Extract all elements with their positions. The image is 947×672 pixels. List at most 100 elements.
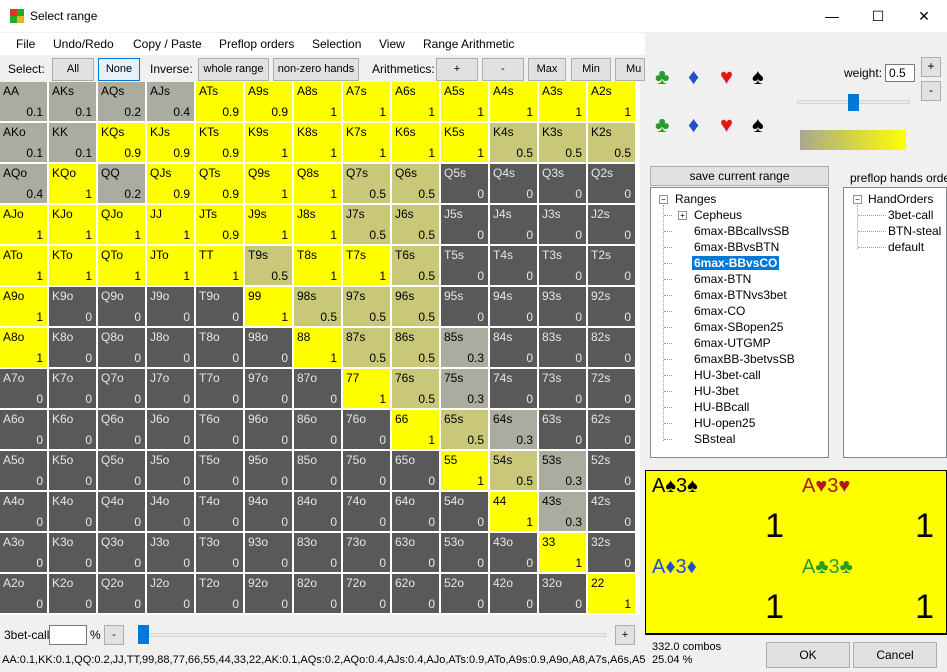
- hand-cell[interactable]: KJo 1: [49, 205, 97, 245]
- hand-cell[interactable]: A3o 0: [0, 533, 48, 573]
- tree-item[interactable]: HU-3bet-call: [694, 368, 761, 382]
- hand-cell[interactable]: QTo 1: [98, 246, 146, 286]
- percent-slider-track[interactable]: [138, 633, 606, 637]
- save-range-button[interactable]: save current range: [650, 166, 829, 186]
- hand-cell[interactable]: 52o 0: [441, 574, 489, 614]
- hand-cell[interactable]: QQ 0.2: [98, 164, 146, 204]
- hand-cell[interactable]: 73o 0: [343, 533, 391, 573]
- hand-cell[interactable]: K6s 1: [392, 123, 440, 163]
- tree-item[interactable]: 6max-BBcallvsSB: [694, 224, 789, 238]
- hand-cell[interactable]: 96o 0: [245, 410, 293, 450]
- hand-cell[interactable]: 82o 0: [294, 574, 342, 614]
- hand-cell[interactable]: 96s 0.5: [392, 287, 440, 327]
- hand-cell[interactable]: 73s 0: [539, 369, 587, 409]
- hand-cell[interactable]: 94o 0: [245, 492, 293, 532]
- tree-item[interactable]: HU-open25: [694, 416, 755, 430]
- combo-clubs[interactable]: A♣3♣ 1: [796, 552, 946, 633]
- hand-cell[interactable]: 93o 0: [245, 533, 293, 573]
- hand-cell[interactable]: QJs 0.9: [147, 164, 195, 204]
- hand-cell[interactable]: 64s 0.3: [490, 410, 538, 450]
- minimize-button[interactable]: —: [809, 0, 855, 32]
- select-all-button[interactable]: All: [52, 58, 94, 81]
- hand-cell[interactable]: A4o 0: [0, 492, 48, 532]
- ok-button[interactable]: OK: [766, 642, 850, 668]
- collapse-icon-orders[interactable]: −: [853, 195, 862, 204]
- expand-icon[interactable]: +: [678, 211, 687, 220]
- hand-cell[interactable]: K4s 0.5: [490, 123, 538, 163]
- hand-cell[interactable]: J9s 1: [245, 205, 293, 245]
- hand-cell[interactable]: 92o 0: [245, 574, 293, 614]
- hand-cell[interactable]: 92s 0: [588, 287, 636, 327]
- heart-icon[interactable]: ♥: [720, 64, 733, 90]
- hand-cell[interactable]: K4o 0: [49, 492, 97, 532]
- hand-cell[interactable]: 22 1: [588, 574, 636, 614]
- hand-cell[interactable]: K9o 0: [49, 287, 97, 327]
- inverse-whole-range-button[interactable]: whole range: [198, 58, 269, 81]
- hand-cell[interactable]: T6s 0.5: [392, 246, 440, 286]
- hand-cell[interactable]: J6s 0.5: [392, 205, 440, 245]
- combo-hearts[interactable]: A♥3♥ 1: [796, 471, 946, 552]
- menu-copy-paste[interactable]: Copy / Paste: [133, 37, 202, 51]
- hand-cell[interactable]: Q7o 0: [98, 369, 146, 409]
- hand-cell[interactable]: T8s 1: [294, 246, 342, 286]
- hand-cell[interactable]: 95o 0: [245, 451, 293, 491]
- hand-cell[interactable]: 88 1: [294, 328, 342, 368]
- hand-cell[interactable]: K2s 0.5: [588, 123, 636, 163]
- inverse-nonzero-button[interactable]: non-zero hands: [273, 58, 359, 81]
- hand-cell[interactable]: K3s 0.5: [539, 123, 587, 163]
- hand-cell[interactable]: Q8o 0: [98, 328, 146, 368]
- menu-undo-redo[interactable]: Undo/Redo: [53, 37, 114, 51]
- hand-cell[interactable]: 43s 0.3: [539, 492, 587, 532]
- hand-cell[interactable]: K5s 1: [441, 123, 489, 163]
- tree-item[interactable]: 6max-BTNvs3bet: [694, 288, 787, 302]
- hand-cell[interactable]: J8s 1: [294, 205, 342, 245]
- hand-cell[interactable]: 54s 0.5: [490, 451, 538, 491]
- hand-cell[interactable]: 75o 0: [343, 451, 391, 491]
- tree-item[interactable]: 6max-BBvsCO: [692, 256, 780, 270]
- hand-cell[interactable]: Q3s 0: [539, 164, 587, 204]
- hand-cell[interactable]: 55 1: [441, 451, 489, 491]
- orders-root[interactable]: HandOrders: [868, 192, 933, 206]
- hand-cell[interactable]: 65o 0: [392, 451, 440, 491]
- diamond-icon-2[interactable]: ♦: [688, 112, 699, 138]
- arith-plus-button[interactable]: +: [436, 58, 478, 81]
- hand-cell[interactable]: QTs 0.9: [196, 164, 244, 204]
- hand-cell[interactable]: ATs 0.9: [196, 82, 244, 122]
- hand-cell[interactable]: Q5o 0: [98, 451, 146, 491]
- hand-cell[interactable]: A6s 1: [392, 82, 440, 122]
- hand-cell[interactable]: A7o 0: [0, 369, 48, 409]
- percent-plus-button[interactable]: +: [615, 625, 635, 645]
- hand-cell[interactable]: 93s 0: [539, 287, 587, 327]
- hand-cell[interactable]: K6o 0: [49, 410, 97, 450]
- order-item[interactable]: BTN-steal: [888, 224, 941, 238]
- hand-cell[interactable]: Q6s 0.5: [392, 164, 440, 204]
- hand-cell[interactable]: A8s 1: [294, 82, 342, 122]
- tree-item[interactable]: Cepheus: [694, 208, 742, 222]
- arith-minus-button[interactable]: -: [482, 58, 524, 81]
- hand-cell[interactable]: 63o 0: [392, 533, 440, 573]
- percent-minus-button[interactable]: -: [104, 625, 124, 645]
- tree-item[interactable]: 6max-CO: [694, 304, 745, 318]
- hand-cell[interactable]: T4o 0: [196, 492, 244, 532]
- hand-cell[interactable]: T5o 0: [196, 451, 244, 491]
- hand-cell[interactable]: 77 1: [343, 369, 391, 409]
- hand-cell[interactable]: Q9s 1: [245, 164, 293, 204]
- hand-cell[interactable]: TT 1: [196, 246, 244, 286]
- hand-cell[interactable]: KQs 0.9: [98, 123, 146, 163]
- hand-cell[interactable]: A5s 1: [441, 82, 489, 122]
- hand-cell[interactable]: J4o 0: [147, 492, 195, 532]
- order-item[interactable]: default: [888, 240, 924, 254]
- hand-cell[interactable]: 83o 0: [294, 533, 342, 573]
- hand-cell[interactable]: Q9o 0: [98, 287, 146, 327]
- arith-max-button[interactable]: Max: [528, 58, 566, 81]
- hand-cell[interactable]: 87o 0: [294, 369, 342, 409]
- weight-plus-button[interactable]: +: [921, 57, 941, 77]
- hand-cell[interactable]: AJs 0.4: [147, 82, 195, 122]
- hand-cell[interactable]: 86o 0: [294, 410, 342, 450]
- combo-diamonds[interactable]: A♦3♦ 1: [646, 552, 796, 633]
- hand-cell[interactable]: T8o 0: [196, 328, 244, 368]
- hand-cell[interactable]: T6o 0: [196, 410, 244, 450]
- heart-icon-2[interactable]: ♥: [720, 112, 733, 138]
- hand-cell[interactable]: 74o 0: [343, 492, 391, 532]
- hand-cell[interactable]: 43o 0: [490, 533, 538, 573]
